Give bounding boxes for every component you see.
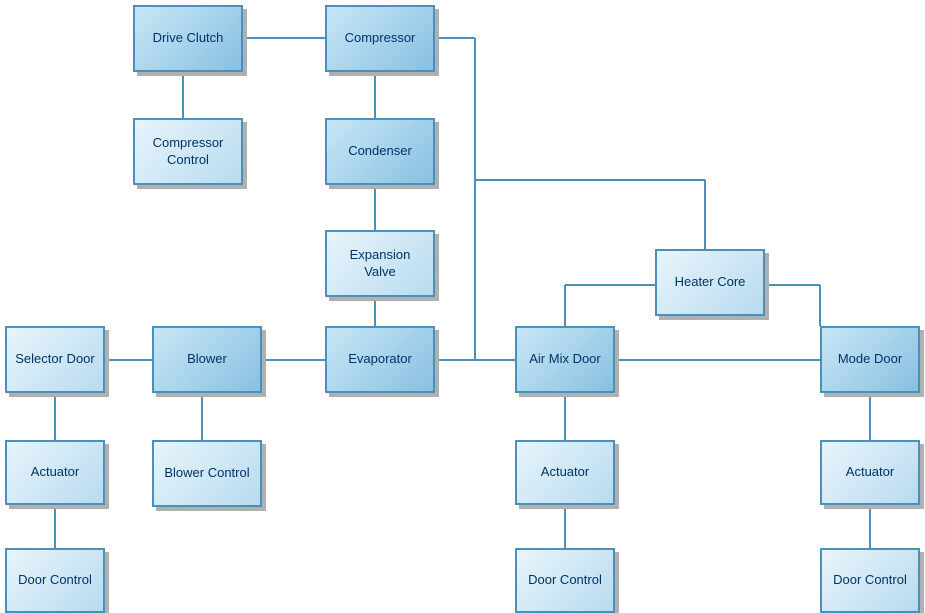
door-control-sel-node: Door Control [5, 548, 105, 613]
compressor-node: Compressor [325, 5, 435, 72]
actuator-mode-node: Actuator [820, 440, 920, 505]
drive-clutch-node: Drive Clutch [133, 5, 243, 72]
mode-door-node: Mode Door [820, 326, 920, 393]
evaporator-node: Evaporator [325, 326, 435, 393]
door-control-mode-node: Door Control [820, 548, 920, 613]
condenser-node: Condenser [325, 118, 435, 185]
connections-svg [0, 0, 925, 608]
actuator-air-node: Actuator [515, 440, 615, 505]
blower-node: Blower [152, 326, 262, 393]
expansion-valve-node: Expansion Valve [325, 230, 435, 297]
blower-control-node: Blower Control [152, 440, 262, 507]
heater-core-node: Heater Core [655, 249, 765, 316]
door-control-air-node: Door Control [515, 548, 615, 613]
compressor-control-node: Compressor Control [133, 118, 243, 185]
air-mix-door-node: Air Mix Door [515, 326, 615, 393]
selector-door-node: Selector Door [5, 326, 105, 393]
actuator-sel-node: Actuator [5, 440, 105, 505]
diagram-container: Drive Clutch Compressor Control Compress… [0, 0, 925, 608]
